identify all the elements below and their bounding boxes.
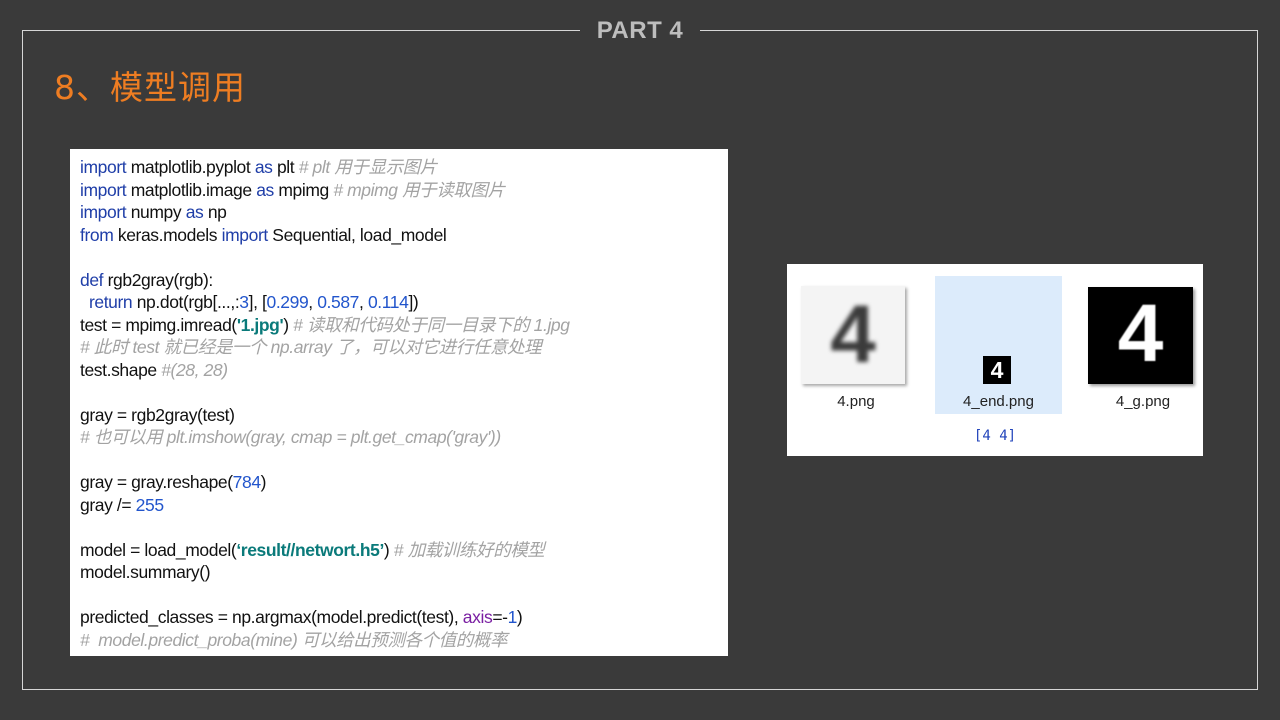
code-token: #(28, 28) xyxy=(161,359,228,380)
code-line: return np.dot(rgb[...,:3], [0.299, 0.587… xyxy=(80,291,728,314)
code-line: import matplotlib.image as mpimg # mpimg… xyxy=(80,179,728,202)
code-token: as xyxy=(185,202,204,222)
code-token: =- xyxy=(492,607,508,627)
code-line: model = load_model(‘result//networt.h5’)… xyxy=(80,539,728,562)
file-thumbnail-4-png[interactable]: 4 xyxy=(801,286,905,384)
code-token: matplotlib.pyplot xyxy=(126,157,255,177)
code-token: # model.predict_proba(mine) 可以给出预测各个值的概率 xyxy=(80,629,508,650)
code-token: ], [ xyxy=(248,292,267,312)
code-token: ‘result//networt.h5’ xyxy=(236,539,384,560)
code-token: import xyxy=(80,202,127,222)
code-token: ) xyxy=(516,607,523,627)
code-block: import matplotlib.pyplot as plt # plt 用于… xyxy=(70,149,728,656)
code-line: # model.predict_proba(mine) 可以给出预测各个值的概率 xyxy=(80,629,728,652)
code-line: # 也可以用 plt.imshow(gray, cmap = plt.get_c… xyxy=(80,426,728,449)
code-token: import xyxy=(221,224,269,245)
slide-title: 8、模型调用 xyxy=(54,68,246,107)
code-token: axis xyxy=(462,607,493,627)
code-token: # 也可以用 plt.imshow(gray, cmap = plt.get_c… xyxy=(80,427,501,447)
code-line: gray /= 255 xyxy=(80,494,728,517)
code-line: gray = rgb2gray(test) xyxy=(80,404,728,427)
code-token: # 读取和代码处于同一目录下的 1.jpg xyxy=(293,314,570,335)
code-token: test = mpimg.imread( xyxy=(80,314,237,335)
code-token: gray = gray.reshape( xyxy=(80,472,233,492)
file-name[interactable]: 4.png xyxy=(801,393,911,410)
code-token: import xyxy=(80,157,127,177)
thumbnail-digit: 4 xyxy=(830,289,876,380)
code-token: as xyxy=(254,157,273,177)
code-token: test.shape xyxy=(80,359,162,380)
code-token: 784 xyxy=(232,472,261,492)
code-line: test = mpimg.imread('1.jpg') # 读取和代码处于同一… xyxy=(80,314,728,337)
file-thumbnail-4-end-png-selected[interactable]: 4 4_end.png xyxy=(935,276,1062,414)
code-token: 1 xyxy=(507,607,518,627)
code-token: ]) xyxy=(408,292,419,312)
code-token: plt xyxy=(272,157,299,177)
code-token: from xyxy=(80,224,114,245)
code-token: model.summary() xyxy=(80,562,211,582)
code-token: as xyxy=(256,179,274,200)
code-token: ) xyxy=(260,472,267,492)
code-token: ) xyxy=(283,314,294,335)
code-token: gray = rgb2gray(test) xyxy=(80,404,235,425)
code-token: matplotlib.image xyxy=(126,179,257,200)
code-token: 255 xyxy=(135,494,164,515)
prediction-output: [4 4] xyxy=(973,428,1017,444)
code-token: 0.299 xyxy=(266,292,309,312)
code-token: import xyxy=(80,179,127,200)
code-token: , xyxy=(308,292,318,312)
code-token: rgb2gray(rgb): xyxy=(103,269,214,290)
code-token: predicted_classes = np.argmax(model.pred… xyxy=(80,607,463,627)
part-label: PART 4 xyxy=(580,15,700,47)
code-line: from keras.models import Sequential, loa… xyxy=(80,224,728,247)
code-line: test.shape #(28, 28) xyxy=(80,359,728,382)
code-token: np.dot(rgb[...,: xyxy=(132,292,240,312)
code-token: Sequential, load_model xyxy=(267,224,447,245)
code-token: # 此时 test 就已经是一个 np.array 了，可以对它进行任意处理 xyxy=(80,337,542,357)
code-token: ) xyxy=(383,539,394,560)
file-name[interactable]: 4_end.png xyxy=(935,393,1062,410)
code-token: model = load_model( xyxy=(80,539,237,560)
code-token: def xyxy=(80,269,104,290)
code-token: # 加载训练好的模型 xyxy=(393,539,545,560)
code-token: gray /= xyxy=(80,494,136,515)
file-thumbnail-4-g-png[interactable]: 4 xyxy=(1088,287,1193,384)
file-name[interactable]: 4_g.png xyxy=(1088,393,1198,410)
code-token: np xyxy=(203,202,227,222)
code-line: model.summary() xyxy=(80,561,728,584)
code-token: # mpimg 用于读取图片 xyxy=(333,179,505,200)
code-token: return xyxy=(88,292,133,312)
code-token: numpy xyxy=(126,202,186,222)
code-line: import numpy as np xyxy=(80,201,728,224)
code-line: gray = gray.reshape(784) xyxy=(80,471,728,494)
code-line: # 此时 test 就已经是一个 np.array 了，可以对它进行任意处理 xyxy=(80,336,728,359)
code-token: # plt 用于显示图片 xyxy=(298,157,438,177)
thumbnail-digit: 4 xyxy=(1117,288,1164,379)
code-token: 0.114 xyxy=(367,292,409,312)
code-token: 3 xyxy=(239,292,249,312)
code-token: 0.587 xyxy=(317,292,360,312)
code-token: mpimg xyxy=(273,179,334,200)
code-token: keras.models xyxy=(113,224,222,245)
thumbnail-digit: 4 xyxy=(983,356,1011,384)
code-line: def rgb2gray(rgb): xyxy=(80,269,728,292)
code-line: import matplotlib.pyplot as plt # plt 用于… xyxy=(80,156,728,179)
code-token: , xyxy=(359,292,368,312)
code-line: predicted_classes = np.argmax(model.pred… xyxy=(80,606,728,629)
code-token: '1.jpg' xyxy=(236,314,284,335)
file-preview-panel: 4 4.png 4 4_end.png 4 4_g.png [4 4] xyxy=(787,264,1203,456)
